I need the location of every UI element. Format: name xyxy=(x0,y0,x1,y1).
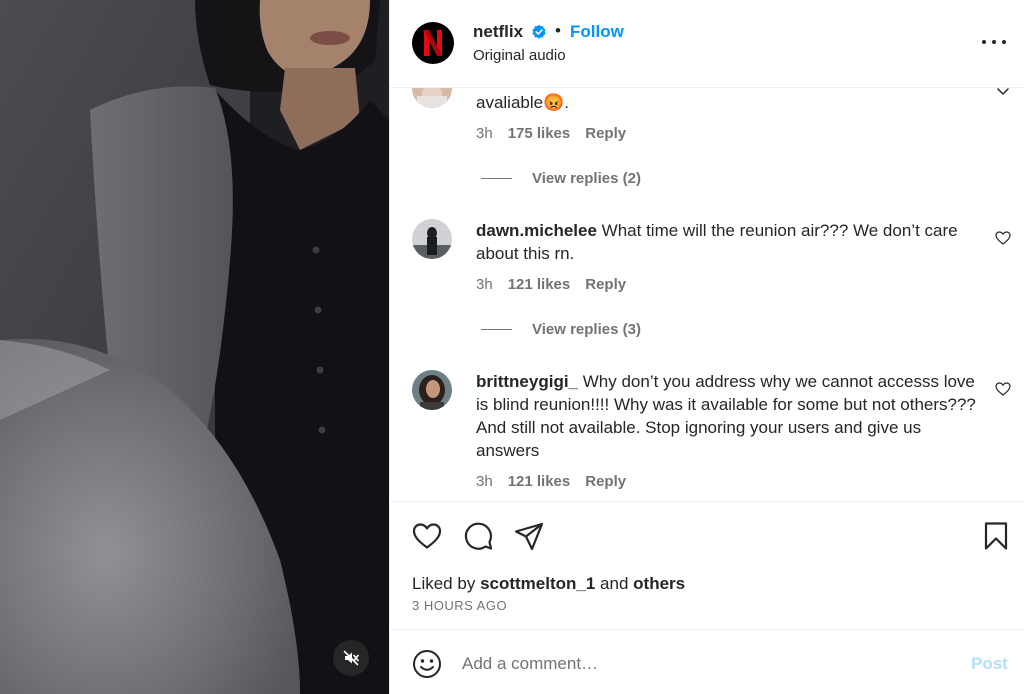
mute-icon xyxy=(343,650,359,666)
post-time-ago[interactable]: 3 HOURS AGO xyxy=(412,598,507,613)
comment-meta: 3h 121 likes Reply xyxy=(476,473,626,490)
netflix-logo xyxy=(424,30,442,56)
liked-by-user[interactable]: scottmelton_1 xyxy=(480,574,595,593)
comment-meta: 3h 121 likes Reply xyxy=(476,276,626,293)
comment-username[interactable]: brittneygigi_ xyxy=(476,372,578,391)
view-replies-button[interactable]: View replies (2) xyxy=(481,170,641,187)
post-video[interactable] xyxy=(0,0,389,694)
avatar-photo xyxy=(412,219,452,259)
comment-likes[interactable]: 121 likes xyxy=(508,473,571,490)
view-replies-label: View replies (2) xyxy=(532,170,641,187)
commenter-avatar[interactable] xyxy=(412,219,452,259)
liked-by-prefix: Liked by xyxy=(412,574,476,593)
header-separator: • xyxy=(555,21,561,40)
comment-likes[interactable]: 175 likes xyxy=(508,125,571,142)
avatar-photo xyxy=(412,370,452,410)
add-comment-bar: Post xyxy=(390,629,1024,694)
replies-line xyxy=(481,329,512,330)
comment-body: dawn.michelee What time will the reunion… xyxy=(476,219,976,265)
emoji-icon[interactable] xyxy=(412,649,442,679)
avatar-photo xyxy=(412,88,452,108)
comment-icon[interactable] xyxy=(462,520,494,552)
account-avatar[interactable] xyxy=(412,22,454,64)
follow-button[interactable]: Follow xyxy=(570,22,624,42)
comment-input[interactable] xyxy=(462,650,942,678)
reply-button[interactable]: Reply xyxy=(585,276,626,293)
reply-button[interactable]: Reply xyxy=(585,473,626,490)
post-header: netflix • Follow Original audio xyxy=(390,0,1024,88)
comment-body: brittneygigi_ Why don’t you address why … xyxy=(476,370,976,462)
reply-button[interactable]: Reply xyxy=(585,125,626,142)
liked-by-others[interactable]: others xyxy=(633,574,685,593)
more-dot xyxy=(992,40,996,44)
video-frame xyxy=(0,0,389,694)
more-dot xyxy=(982,40,986,44)
audio-label[interactable]: Original audio xyxy=(473,47,566,64)
mute-button[interactable] xyxy=(333,640,369,676)
post-panel: netflix • Follow Original audio avaliabl… xyxy=(389,0,1024,694)
comment-time: 3h xyxy=(476,473,493,490)
commenter-avatar[interactable] xyxy=(412,88,452,108)
share-icon[interactable] xyxy=(513,520,545,552)
replies-line xyxy=(481,178,512,179)
comment-likes[interactable]: 121 likes xyxy=(508,276,571,293)
post-actions: Liked by scottmelton_1 and others 3 HOUR… xyxy=(390,501,1024,629)
view-replies-label: View replies (3) xyxy=(532,321,641,338)
view-replies-button[interactable]: View replies (3) xyxy=(481,321,641,338)
like-comment-heart-icon[interactable] xyxy=(995,230,1011,246)
like-comment-heart-icon[interactable] xyxy=(995,381,1011,397)
verified-badge-icon xyxy=(532,24,546,39)
comment-text: avaliable😡. xyxy=(476,93,569,112)
heart-icon[interactable] xyxy=(411,520,443,552)
bookmark-icon[interactable] xyxy=(980,520,1012,552)
comment-username[interactable]: dawn.michelee xyxy=(476,221,597,240)
more-dot xyxy=(1002,40,1006,44)
account-username[interactable]: netflix xyxy=(473,22,523,42)
chevron-down-icon[interactable] xyxy=(995,88,1011,99)
liked-by-and: and xyxy=(600,574,629,593)
comment-meta: 3h 175 likes Reply xyxy=(476,125,626,142)
post-comment-button[interactable]: Post xyxy=(971,654,1008,674)
comment-time: 3h xyxy=(476,125,493,142)
more-options-icon[interactable] xyxy=(982,32,1006,52)
comment-time: 3h xyxy=(476,276,493,293)
liked-by-text: Liked by scottmelton_1 and others xyxy=(412,574,685,594)
commenter-avatar[interactable] xyxy=(412,370,452,410)
comments-list: avaliable😡. 3h 175 likes Reply View repl… xyxy=(390,88,1024,501)
